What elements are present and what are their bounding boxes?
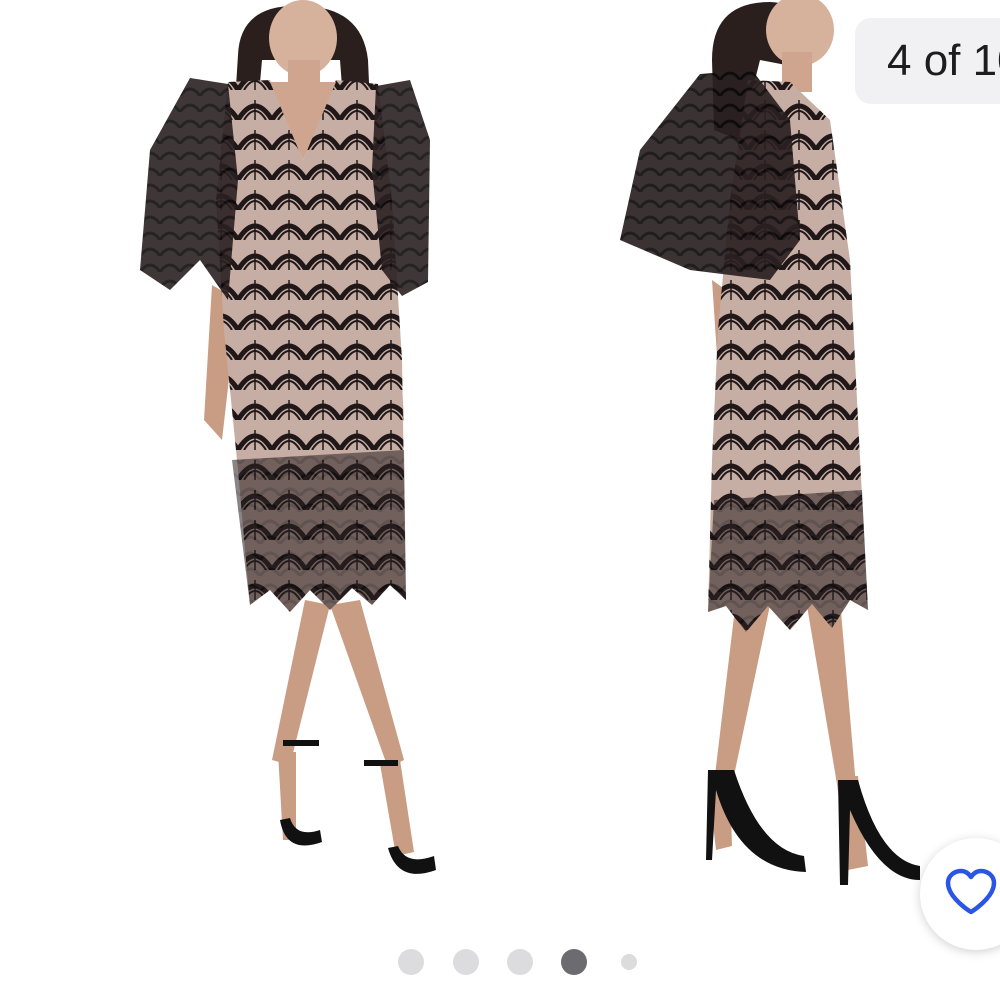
photo-gallery[interactable]: 4 of 10 <box>0 0 1000 1000</box>
heart-icon <box>944 868 998 921</box>
pager-dot-4[interactable] <box>561 949 587 975</box>
pager-dot-2[interactable] <box>453 949 479 975</box>
pager-dot-3[interactable] <box>507 949 533 975</box>
product-photo[interactable] <box>0 0 1000 930</box>
carousel-pager <box>0 946 1000 978</box>
image-counter: 4 of 10 <box>855 18 1000 104</box>
pager-dot-5[interactable] <box>621 954 637 970</box>
pager-dot-1[interactable] <box>398 949 424 975</box>
